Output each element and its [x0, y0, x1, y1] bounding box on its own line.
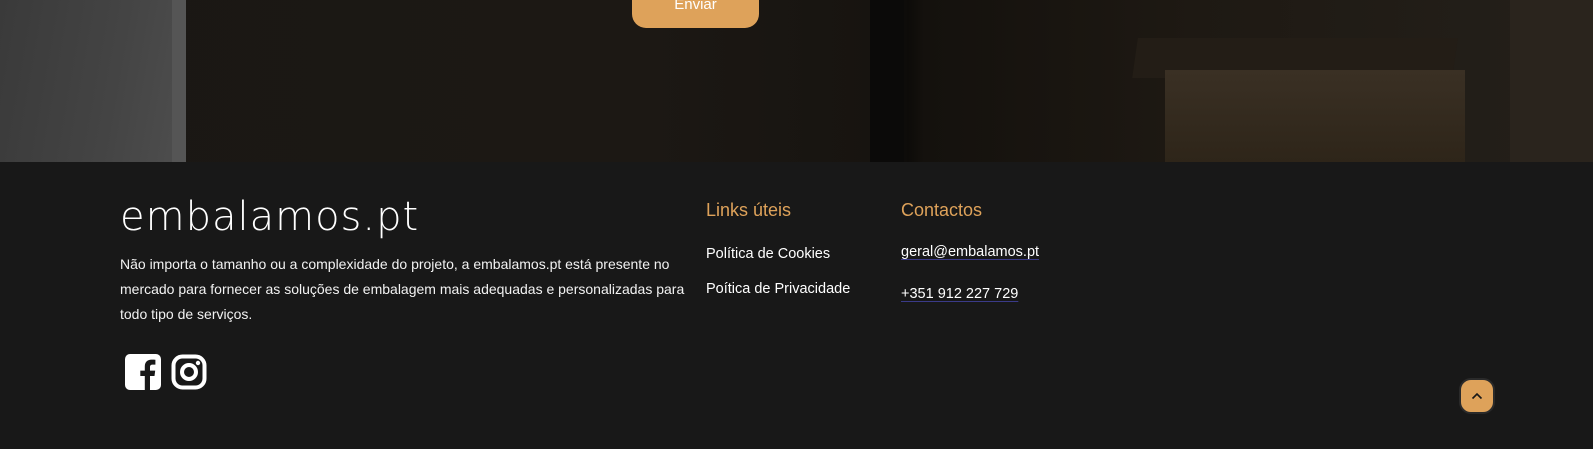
contacts-title: Contactos: [901, 200, 983, 220]
phone-link[interactable]: +351 912 227 729: [901, 286, 1018, 302]
instagram-link[interactable]: [171, 354, 207, 390]
social-links: [125, 354, 207, 390]
send-button[interactable]: Enviar: [632, 0, 759, 28]
chevron-up-icon: [1471, 392, 1483, 400]
facebook-link[interactable]: [125, 354, 161, 390]
footer-description: Não importa o tamanho ou a complexidade …: [120, 256, 685, 322]
hero-image-left-panel: [0, 0, 186, 162]
links-title: Links úteis: [706, 200, 792, 220]
hero-image-edge: [172, 0, 186, 162]
facebook-icon: [125, 354, 161, 390]
hero-background: [0, 0, 1593, 162]
hero-image-shadow: [870, 0, 904, 162]
hero-image-right-panel: [1510, 0, 1593, 162]
footer: embalamos.pt Não importa o tamanho ou a …: [0, 162, 1593, 449]
email-link[interactable]: geral@embalamos.pt: [901, 244, 1039, 260]
cookies-policy-link[interactable]: Política de Cookies: [706, 246, 830, 262]
instagram-icon: [171, 354, 207, 390]
back-to-top-button[interactable]: [1459, 378, 1495, 414]
privacy-policy-link[interactable]: Poítica de Privacidade: [706, 281, 850, 297]
hero-image-box: [1165, 70, 1465, 162]
footer-logo[interactable]: embalamos.pt: [120, 194, 419, 240]
